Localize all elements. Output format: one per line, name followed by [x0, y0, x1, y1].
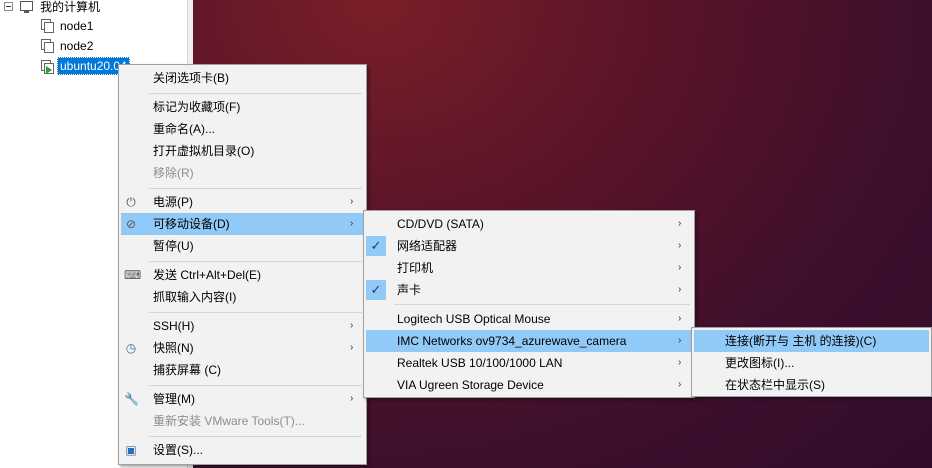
menu-item-label: Realtek USB 10/100/1000 LAN — [397, 356, 563, 370]
device-item-logitech-mouse[interactable]: Logitech USB Optical Mouse › — [366, 308, 692, 330]
menu-item-open-vm-directory[interactable]: 打开虚拟机目录(O) — [121, 140, 364, 162]
menu-item-label: 电源(P) — [153, 195, 193, 209]
menu-item-removable-devices[interactable]: ⊘ 可移动设备(D) › — [121, 213, 364, 235]
device-item-imc-camera[interactable]: IMC Networks ov9734_azurewave_camera › — [366, 330, 692, 352]
menu-item-grab-input[interactable]: 抓取输入内容(I) — [121, 286, 364, 308]
submenu-arrow-icon: › — [678, 313, 682, 324]
keyboard-icon: ⌨ — [124, 268, 142, 282]
snapshot-icon: ◷ — [125, 341, 137, 355]
wrench-icon: 🔧 — [124, 392, 139, 406]
device-item-printer[interactable]: 打印机 › — [366, 257, 692, 279]
menu-item-label: 设置(S)... — [153, 443, 203, 457]
check-icon: ✓ — [366, 236, 386, 256]
menu-separator — [149, 93, 362, 94]
menu-item-capture-screen[interactable]: 捕获屏幕 (C) — [121, 359, 364, 381]
menu-item-label: 重新安装 VMware Tools(T)... — [153, 414, 305, 428]
menu-item-settings[interactable]: ▣ 设置(S)... — [121, 439, 364, 461]
menu-item-label: 移除(R) — [153, 166, 194, 180]
tree-item-my-computer[interactable]: 我的计算机 — [0, 0, 187, 18]
computer-icon — [20, 1, 33, 13]
menu-item-label: 捕获屏幕 (C) — [153, 363, 221, 377]
running-vm-icon — [41, 60, 54, 74]
submenu-arrow-icon: › — [350, 218, 354, 229]
menu-separator — [149, 436, 362, 437]
vm-icon — [41, 19, 54, 33]
menu-separator — [149, 385, 362, 386]
menu-item-rename[interactable]: 重命名(A)... — [121, 118, 364, 140]
menu-separator — [149, 312, 362, 313]
tree-item-node1[interactable]: node1 — [0, 17, 187, 35]
device-action-connect[interactable]: 连接(断开与 主机 的连接)(C) — [694, 330, 929, 352]
submenu-arrow-icon: › — [678, 284, 682, 295]
submenu-arrow-icon: › — [350, 393, 354, 404]
menu-item-pause[interactable]: 暂停(U) — [121, 235, 364, 257]
device-item-network-adapter[interactable]: ✓ 网络适配器 › — [366, 235, 692, 257]
submenu-arrow-icon: › — [678, 262, 682, 273]
vm-icon — [41, 39, 54, 53]
tree-item-label: node1 — [60, 19, 94, 33]
submenu-arrow-icon: › — [678, 379, 682, 390]
vmware-window: 我的计算机 node1 node2 ubuntu20.04 关闭选项卡(B) 标… — [0, 0, 932, 468]
menu-item-label: 可移动设备(D) — [153, 217, 230, 231]
device-action-show-in-status-bar[interactable]: 在状态栏中显示(S) — [694, 374, 929, 396]
menu-item-label: 声卡 — [397, 283, 422, 297]
tree-item-label: node2 — [60, 39, 94, 53]
menu-item-ssh[interactable]: SSH(H) › — [121, 315, 364, 337]
device-item-via-storage[interactable]: VIA Ugreen Storage Device › — [366, 374, 692, 396]
device-item-realtek-lan[interactable]: Realtek USB 10/100/1000 LAN › — [366, 352, 692, 374]
menu-item-manage[interactable]: 🔧 管理(M) › — [121, 388, 364, 410]
menu-item-snapshot[interactable]: ◷ 快照(N) › — [121, 337, 364, 359]
tree-item-label: 我的计算机 — [40, 0, 101, 14]
menu-item-label: 抓取输入内容(I) — [153, 290, 237, 304]
menu-item-send-ctrl-alt-del[interactable]: ⌨ 发送 Ctrl+Alt+Del(E) — [121, 264, 364, 286]
submenu-arrow-icon: › — [678, 335, 682, 346]
menu-item-power[interactable]: ⏻ 电源(P) › — [121, 191, 364, 213]
menu-item-close-tab[interactable]: 关闭选项卡(B) — [121, 67, 364, 89]
menu-item-label: 打印机 — [397, 261, 434, 275]
menu-item-label: Logitech USB Optical Mouse — [397, 312, 551, 326]
menu-item-label: 更改图标(I)... — [725, 356, 795, 370]
device-action-submenu: 连接(断开与 主机 的连接)(C) 更改图标(I)... 在状态栏中显示(S) — [691, 327, 932, 397]
menu-item-label: 发送 Ctrl+Alt+Del(E) — [153, 268, 262, 282]
menu-item-label: IMC Networks ov9734_azurewave_camera — [397, 334, 627, 348]
submenu-arrow-icon: › — [678, 218, 682, 229]
submenu-arrow-icon: › — [350, 342, 354, 353]
submenu-arrow-icon: › — [350, 320, 354, 331]
settings-icon: ▣ — [125, 443, 137, 457]
tree-item-node2[interactable]: node2 — [0, 37, 187, 55]
menu-item-reinstall-vmware-tools[interactable]: 重新安装 VMware Tools(T)... — [121, 410, 364, 432]
check-icon: ✓ — [366, 280, 386, 300]
menu-item-label: 快照(N) — [153, 341, 194, 355]
removable-device-icon: ⊘ — [125, 217, 137, 231]
menu-item-label: 标记为收藏项(F) — [153, 100, 241, 114]
menu-item-label: 连接(断开与 主机 的连接)(C) — [725, 334, 877, 348]
power-icon: ⏻ — [126, 195, 136, 209]
menu-item-label: 打开虚拟机目录(O) — [153, 144, 255, 158]
menu-item-label: 在状态栏中显示(S) — [725, 378, 825, 392]
submenu-arrow-icon: › — [350, 196, 354, 207]
device-item-cd-dvd[interactable]: CD/DVD (SATA) › — [366, 213, 692, 235]
vm-context-menu: 关闭选项卡(B) 标记为收藏项(F) 重命名(A)... 打开虚拟机目录(O) … — [118, 64, 367, 465]
menu-item-label: 网络适配器 — [397, 239, 458, 253]
menu-item-label: VIA Ugreen Storage Device — [397, 378, 544, 392]
submenu-arrow-icon: › — [678, 240, 682, 251]
collapse-icon[interactable] — [4, 2, 13, 11]
submenu-arrow-icon: › — [678, 357, 682, 368]
menu-item-label: 管理(M) — [153, 392, 195, 406]
menu-item-mark-favorite[interactable]: 标记为收藏项(F) — [121, 96, 364, 118]
menu-item-label: SSH(H) — [153, 319, 195, 333]
menu-separator — [394, 304, 690, 305]
menu-item-label: 关闭选项卡(B) — [153, 71, 229, 85]
menu-item-label: 暂停(U) — [153, 239, 194, 253]
device-action-change-icon[interactable]: 更改图标(I)... — [694, 352, 929, 374]
menu-item-label: 重命名(A)... — [153, 122, 215, 136]
menu-item-label: CD/DVD (SATA) — [397, 217, 484, 231]
menu-item-remove[interactable]: 移除(R) — [121, 162, 364, 184]
menu-separator — [149, 261, 362, 262]
removable-devices-submenu: CD/DVD (SATA) › ✓ 网络适配器 › 打印机 › ✓ 声卡 › L… — [363, 210, 695, 398]
menu-separator — [149, 188, 362, 189]
device-item-sound-card[interactable]: ✓ 声卡 › — [366, 279, 692, 301]
